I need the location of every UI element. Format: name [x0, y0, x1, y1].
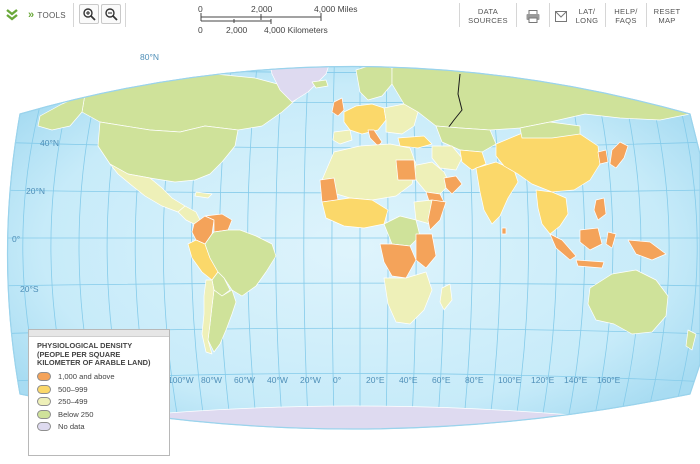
email-button[interactable] — [554, 9, 568, 23]
legend-item: Below 250 — [29, 408, 169, 421]
toolbar-divider — [549, 3, 550, 27]
zoom-in-button[interactable] — [79, 4, 99, 24]
zoom-out-button[interactable] — [101, 4, 121, 24]
lat-label-80n: 80°N — [140, 52, 159, 62]
lon-label: 140°E — [564, 375, 588, 385]
legend-item-label: 250–499 — [58, 397, 88, 407]
lat-label-equator: 0° — [12, 234, 20, 244]
country-sri-lanka[interactable] — [501, 227, 507, 235]
legend-item: 250–499 — [29, 396, 169, 409]
legend-item: 500–999 — [29, 383, 169, 396]
lat-label-20s: 20°S — [20, 284, 39, 294]
toolbar-divider — [646, 3, 647, 27]
scale-bar: 0 2,000 4,000 Miles 0 2,000 4,000 Kilome… — [196, 4, 366, 35]
scale-miles-end: 4,000 Miles — [314, 4, 358, 14]
legend-item-label: No data — [58, 422, 85, 432]
scale-miles-mid: 2,000 — [251, 4, 273, 14]
lon-label: 40°E — [399, 375, 418, 385]
lon-label: 80°W — [201, 375, 222, 385]
legend-item: No data — [29, 421, 169, 434]
print-button[interactable] — [521, 4, 545, 28]
envelope-icon — [555, 10, 567, 22]
map-toolbar: » TOOLS 0 2,000 4,000 Miles 0 2,000 4,00… — [0, 0, 700, 35]
legend-header-bar[interactable] — [29, 330, 169, 337]
zoom-in-icon — [83, 8, 96, 21]
legend-swatch — [37, 397, 51, 407]
legend-swatch — [37, 409, 51, 419]
tools-label: TOOLS — [37, 10, 66, 20]
help-faqs-label-2: FAQS — [615, 16, 637, 25]
printer-icon — [526, 9, 540, 23]
lat-label-20n: 20°N — [26, 186, 45, 196]
double-chevron-down-icon — [6, 9, 18, 21]
reset-map-button[interactable]: RESET MAP — [650, 4, 684, 28]
legend-swatch — [37, 422, 51, 432]
toolbar-divider — [459, 3, 460, 27]
legend-item-label: 500–999 — [58, 384, 88, 394]
lon-label: 120°E — [531, 375, 555, 385]
region-svalbard[interactable] — [382, 50, 398, 58]
lon-label: 80°E — [465, 375, 484, 385]
lon-label: 100°E — [498, 375, 522, 385]
toolbar-divider — [125, 3, 126, 27]
tools-button[interactable]: » TOOLS — [28, 8, 66, 22]
reset-map-label-2: MAP — [658, 16, 676, 25]
help-faqs-button[interactable]: HELP/ FAQS — [609, 4, 643, 28]
lon-label: 160°E — [597, 375, 621, 385]
collapse-toolbar-button[interactable] — [3, 6, 21, 24]
country-korea[interactable] — [597, 149, 609, 165]
lat-long-label-2: LONG — [575, 16, 599, 25]
legend-title: PHYSIOLOGICAL DENSITY (PEOPLE PER SQUARE… — [37, 341, 151, 367]
lon-label: 20°W — [300, 375, 321, 385]
legend-item-label: Below 250 — [58, 409, 94, 419]
data-sources-label-1: DATA — [477, 7, 499, 16]
toolbar-divider — [605, 3, 606, 27]
map-legend: PHYSIOLOGICAL DENSITY (PEOPLE PER SQUARE… — [28, 329, 170, 456]
zoom-out-icon — [105, 8, 118, 21]
country-egypt[interactable] — [395, 159, 417, 181]
lat-long-button[interactable]: LAT/ LONG — [572, 4, 602, 28]
country-russia[interactable] — [391, 56, 691, 131]
lon-label: 100°W — [168, 375, 194, 385]
lat-label-40n: 40°N — [40, 138, 59, 148]
lat-long-label-1: LAT/ — [578, 7, 596, 16]
lon-label: 60°W — [234, 375, 255, 385]
lon-label: 40°W — [267, 375, 288, 385]
lon-label: 20°E — [366, 375, 385, 385]
legend-item-label: 1,000 and above — [58, 372, 115, 382]
help-faqs-label-1: HELP/ — [614, 7, 638, 16]
reset-map-label-1: RESET — [653, 7, 681, 16]
legend-item: 1,000 and above — [29, 371, 169, 384]
data-sources-label-2: SOURCES — [468, 16, 508, 25]
toolbar-divider — [73, 3, 74, 27]
double-chevron-right-icon: » — [28, 9, 35, 21]
legend-swatch — [37, 372, 51, 382]
data-sources-button[interactable]: DATA SOURCES — [464, 4, 512, 28]
lon-label: 60°E — [432, 375, 451, 385]
lon-label: 0° — [333, 375, 341, 385]
scale-miles-0: 0 — [198, 4, 203, 14]
toolbar-divider — [516, 3, 517, 27]
legend-swatch — [37, 384, 51, 394]
